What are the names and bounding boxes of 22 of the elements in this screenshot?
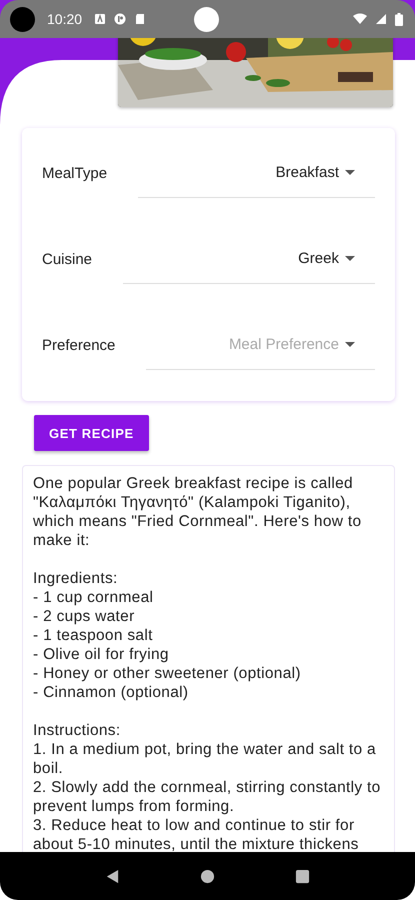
recents-icon[interactable] [295,868,310,884]
camera-cutout [10,6,35,32]
home-icon[interactable] [200,868,215,884]
notification-icon [114,13,126,25]
field-label: MealType [42,164,108,182]
signal-icon [375,13,387,25]
touch-indicator [194,6,220,32]
field-label: Cuisine [42,250,92,268]
dropdown-field[interactable]: Greek [123,234,375,284]
caret-icon [345,342,355,347]
caret-icon [345,170,355,175]
wifi-icon [353,13,367,25]
dropdown-field[interactable]: Breakfast [138,148,375,198]
get-recipe-button[interactable]: GET RECIPE [34,415,149,451]
field-label: Preference [42,336,116,354]
battery-icon [395,12,403,26]
sd-card-icon [134,13,146,25]
back-icon[interactable] [105,868,120,884]
caret-icon [345,256,355,261]
status-time: 10:20 [47,11,82,27]
recipe-text: One popular Greek breakfast recipe is called "Καλαμπόκι Τηγανητό" (Kalampoki Tiganito), which means "Fried Cornmeal". Here's how to make it: Ingredients: - 1 cup cornmeal - 2 cups water - 1 teaspoon salt - Olive oil for frying - Honey or other sweetener (optional) - Cinnamon (optional) Instructions: 1. In a medium pot, bring the water and salt to a boil. 2. Slowly add the cornmeal, stirring constantly to prevent lumps from forming. 3. Reduce heat to low and continue to stir for about 5-10 minutes, until the mixture thickens [33,474,382,852]
notification-icon [94,13,106,25]
